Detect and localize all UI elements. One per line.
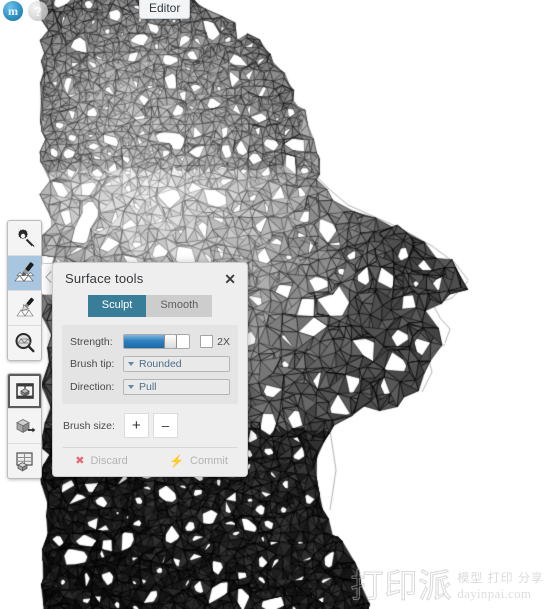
trowel-mesh-icon <box>13 297 37 319</box>
direction-row: Direction: Pull <box>70 379 230 395</box>
commit-label: Commit <box>190 455 228 467</box>
gear-wand-icon <box>14 227 36 249</box>
chevron-down-icon <box>128 385 134 389</box>
auto-repair-tool-button[interactable] <box>8 221 41 256</box>
double-strength-checkbox[interactable] <box>200 335 213 348</box>
toolbar-group-output-tools <box>7 373 42 479</box>
direction-value: Pull <box>139 382 157 393</box>
strength-slider[interactable] <box>123 334 190 349</box>
brush-tip-select[interactable]: Rounded <box>123 356 230 372</box>
sculpt-trowel-tool-button[interactable] <box>8 291 41 326</box>
direction-label: Direction: <box>70 381 123 393</box>
chevron-down-icon <box>128 362 134 366</box>
brush-size-increase-button[interactable]: + <box>124 413 149 438</box>
strength-slider-fill <box>124 335 164 348</box>
left-toolbar <box>7 220 42 491</box>
dialog-header: Surface tools ✕ <box>53 263 247 294</box>
strength-label: Strength: <box>70 336 123 348</box>
brush-size-label: Brush size: <box>63 420 115 432</box>
help-glyph: ? <box>34 5 42 18</box>
mode-tabs: Sculpt Smooth <box>53 294 247 325</box>
app-logo-icon[interactable]: m <box>3 1 23 21</box>
tab-editor-label: Editor <box>149 1 180 15</box>
print-tool-button[interactable] <box>8 374 41 409</box>
brush-size-decrease-button[interactable]: – <box>153 413 178 438</box>
strength-row: Strength: 2X <box>70 334 230 349</box>
double-strength-label: 2X <box>217 336 230 348</box>
export-tool-button[interactable] <box>8 409 41 444</box>
tab-editor[interactable]: Editor <box>139 0 190 19</box>
brush-tip-value: Rounded <box>139 359 182 370</box>
brush-size-row: Brush size: + – <box>53 404 247 447</box>
strength-slider-handle[interactable] <box>164 334 177 349</box>
app-logo-letter: m <box>8 5 18 17</box>
grid-cube-icon <box>14 450 36 472</box>
tab-sculpt[interactable]: Sculpt <box>88 295 147 317</box>
tab-smooth[interactable]: Smooth <box>146 295 212 317</box>
discard-button[interactable]: ✖ Discard <box>53 455 150 467</box>
discard-icon: ✖ <box>75 456 84 467</box>
brush-tip-label: Brush tip: <box>70 358 123 370</box>
magnifier-mesh-icon <box>14 332 36 354</box>
chevron-left-icon <box>45 270 52 288</box>
surface-brush-tool-button[interactable] <box>8 256 41 291</box>
dialog-settings-group: Strength: 2X Brush tip: Rounded Directio… <box>62 325 238 404</box>
discard-label: Discard <box>90 455 127 467</box>
lightning-bolt-icon: ⚡ <box>169 455 184 467</box>
surface-tools-dialog: Surface tools ✕ Sculpt Smooth Strength: … <box>52 262 248 477</box>
brush-mesh-icon <box>13 262 37 284</box>
inspect-tool-button[interactable] <box>8 326 41 360</box>
brush-tip-row: Brush tip: Rounded <box>70 356 230 372</box>
toolbar-group-edit-tools <box>7 220 42 361</box>
cube-arrow-icon <box>13 415 37 437</box>
commit-button[interactable]: ⚡ Commit <box>150 455 247 467</box>
double-strength-option[interactable]: 2X <box>200 335 230 348</box>
dialog-title: Surface tools <box>65 271 143 286</box>
help-icon[interactable]: ? <box>28 1 48 21</box>
dialog-actions: ✖ Discard ⚡ Commit <box>53 448 247 476</box>
close-icon[interactable]: ✕ <box>223 270 237 288</box>
printer-box-icon <box>14 380 36 402</box>
direction-select[interactable]: Pull <box>123 379 230 395</box>
layout-tool-button[interactable] <box>8 444 41 478</box>
